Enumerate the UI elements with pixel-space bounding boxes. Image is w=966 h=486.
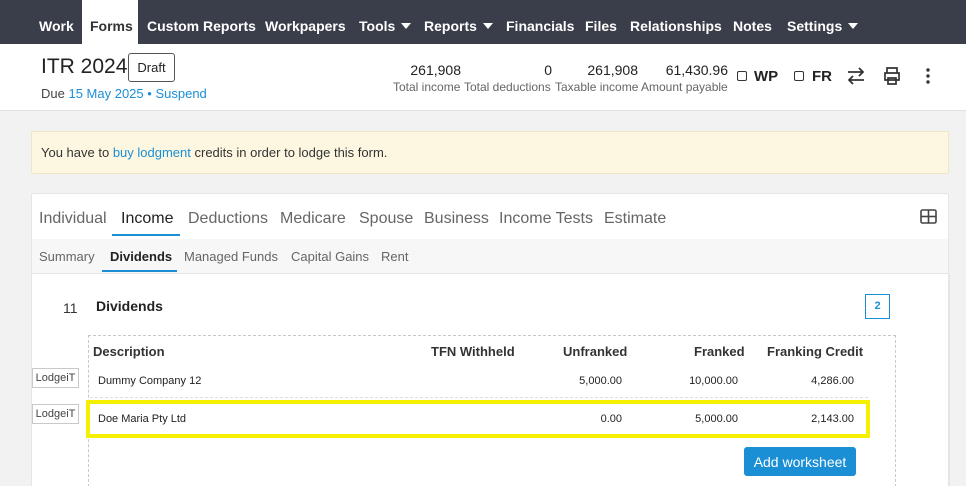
nav-notes[interactable]: Notes [733,0,772,44]
col-franking-credit: Franking Credit [767,344,864,359]
page-title: ITR 2024 [41,55,128,78]
chevron-down-icon [482,23,493,29]
status-badge: Draft [128,53,175,82]
subtab-capital-gains[interactable]: Capital Gains [291,249,369,264]
total-deductions-value: 0 [544,62,552,78]
lodgeit-tag[interactable]: LodgeiT [32,368,79,388]
wp-checkbox[interactable] [737,71,747,81]
subtab-managed-funds[interactable]: Managed Funds [184,249,278,264]
worksheet-count-badge[interactable]: 2 [865,294,890,319]
due-date-link[interactable]: 15 May 2025 [68,86,143,101]
row-description: Dummy Company 12 [98,375,202,387]
row-franked: 10,000.00 [689,375,738,387]
col-franked: Franked [694,344,745,359]
nav-workpapers[interactable]: Workpapers [265,0,346,44]
subtab-summary[interactable]: Summary [39,249,95,264]
lodgeit-tag[interactable]: LodgeiT [32,404,79,424]
print-icon[interactable] [882,66,902,86]
row-unfranked: 5,000.00 [579,375,622,387]
amount-payable-label: Amount payable [641,80,728,94]
tab-income[interactable]: Income [121,210,173,228]
more-vertical-icon[interactable] [918,66,938,86]
fr-checkbox[interactable] [794,71,804,81]
col-unfranked: Unfranked [563,344,628,359]
tab-income-tests[interactable]: Income Tests [499,210,593,228]
section-title: Dividends [96,298,163,314]
nav-custom-reports[interactable]: Custom Reports [147,0,256,44]
add-worksheet-button[interactable]: Add worksheet [744,447,856,476]
tab-individual[interactable]: Individual [39,210,107,228]
row-highlight [86,400,870,438]
grid-view-icon[interactable] [920,209,937,224]
nav-financials[interactable]: Financials [506,0,574,44]
nav-files[interactable]: Files [585,0,617,44]
section-number: 11 [63,300,78,316]
amount-payable-value: 61,430.96 [665,62,728,78]
row-franking-credit: 4,286.00 [811,375,854,387]
nav-reports[interactable]: Reports [424,0,493,44]
total-deductions-label: Total deductions [464,80,551,94]
top-nav: Work Forms Custom Reports Workpapers Too… [0,0,966,44]
tab-business[interactable]: Business [424,210,489,228]
subtab-dividends[interactable]: Dividends [110,249,172,264]
active-subtab-indicator [102,270,177,272]
nav-relationships[interactable]: Relationships [630,0,722,44]
nav-tools[interactable]: Tools [359,0,412,44]
chevron-down-icon [848,23,859,29]
nav-work[interactable]: Work [30,0,82,44]
wp-label: WP [754,68,779,85]
form-card: Individual Income Deductions Medicare Sp… [31,193,950,486]
tab-spouse[interactable]: Spouse [359,210,413,228]
taxable-income-value: 261,908 [587,62,638,78]
due-line: Due 15 May 2025 • Suspend [41,86,207,101]
tab-estimate[interactable]: Estimate [604,210,666,228]
suspend-link[interactable]: Suspend [155,86,206,101]
lodgment-alert: You have to buy lodgment credits in orde… [31,131,949,174]
fr-label: FR [812,68,832,85]
tab-deductions[interactable]: Deductions [188,210,268,228]
chevron-down-icon [401,23,412,29]
nav-forms[interactable]: Forms [82,0,138,44]
subtab-rent[interactable]: Rent [381,249,408,264]
form-header: ITR 2024 Draft Due 15 May 2025 • Suspend… [0,44,966,111]
total-income-label: Total income [393,80,461,94]
table-row[interactable]: Dummy Company 12 5,000.00 10,000.00 4,28… [90,364,868,398]
total-income-value: 261,908 [410,62,461,78]
nav-settings[interactable]: Settings [787,0,859,44]
swap-icon[interactable] [846,66,866,86]
buy-lodgment-link[interactable]: buy lodgment [113,145,191,160]
active-tab-indicator [112,234,180,236]
taxable-income-label: Taxable income [555,80,639,94]
tab-medicare[interactable]: Medicare [280,210,346,228]
col-tfn-withheld: TFN Withheld [431,344,515,359]
col-description: Description [93,344,165,359]
